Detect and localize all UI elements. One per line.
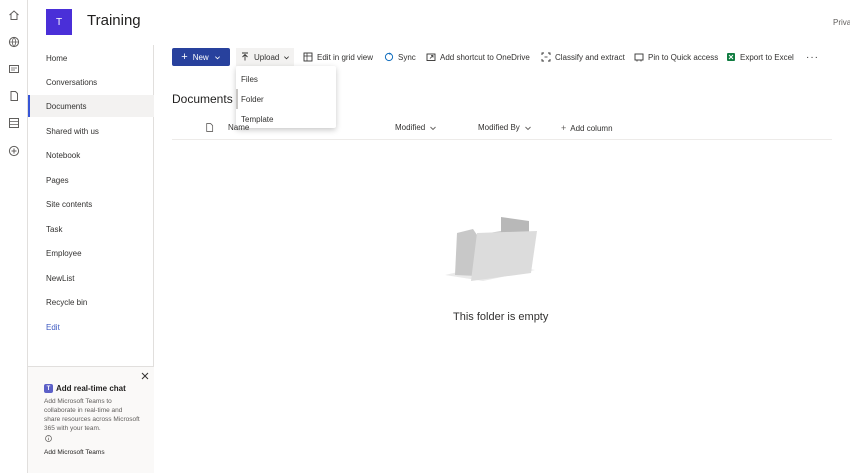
- privacy-label: Priva: [833, 18, 850, 27]
- plus-icon: +: [181, 50, 188, 63]
- pin-quick-access-button[interactable]: Pin to Quick access: [634, 48, 718, 66]
- plus-icon: +: [561, 123, 567, 133]
- teams-icon: T: [44, 384, 53, 393]
- upload-button[interactable]: Upload: [236, 48, 294, 66]
- file-type-icon[interactable]: [205, 123, 214, 132]
- news-icon[interactable]: [7, 62, 21, 76]
- teams-chat-card: T Add real-time chat Add Microsoft Teams…: [28, 366, 154, 473]
- nav-item-task[interactable]: Task: [28, 218, 154, 240]
- nav-item-home[interactable]: Home: [28, 47, 154, 69]
- pin-icon: [634, 53, 644, 62]
- nav-item-shared-with-us[interactable]: Shared with us: [28, 120, 154, 142]
- excel-icon: [727, 53, 735, 61]
- classify-extract-button[interactable]: Classify and extract: [541, 48, 625, 66]
- add-column-label: Add column: [570, 123, 613, 133]
- close-icon[interactable]: [140, 371, 150, 381]
- library-title: Documents: [172, 92, 233, 106]
- upload-menu-folder[interactable]: Folder: [236, 89, 336, 109]
- add-teams-link[interactable]: Add Microsoft Teams: [44, 449, 105, 456]
- chat-card-title-text: Add real-time chat: [56, 384, 126, 393]
- nav-item-employee[interactable]: Employee: [28, 242, 154, 264]
- shortcut-icon: [426, 53, 436, 61]
- column-header-row: Name Modified Modified By + Add column: [172, 118, 832, 140]
- edit-grid-view-label: Edit in grid view: [317, 52, 374, 62]
- chevron-down-icon: [524, 126, 531, 130]
- column-name[interactable]: Name: [228, 123, 249, 132]
- chat-card-description: Add Microsoft Teams to collaborate in re…: [44, 398, 140, 432]
- site-title[interactable]: Training: [87, 12, 141, 29]
- edit-grid-view-button[interactable]: Edit in grid view: [303, 48, 373, 66]
- chevron-down-icon: [430, 126, 437, 130]
- column-modified[interactable]: Modified: [395, 123, 437, 132]
- nav-item-site-contents[interactable]: Site contents: [28, 193, 154, 215]
- upload-icon: [242, 52, 248, 61]
- document-icon[interactable]: [7, 89, 21, 103]
- info-icon[interactable]: [45, 434, 52, 442]
- nav-item-conversations[interactable]: Conversations: [28, 71, 154, 93]
- nav-item-notebook[interactable]: Notebook: [28, 144, 154, 166]
- grid-edit-icon: [303, 52, 313, 62]
- pin-quick-access-label: Pin to Quick access: [648, 52, 719, 62]
- app-rail: [0, 0, 28, 473]
- add-shortcut-button[interactable]: Add shortcut to OneDrive: [426, 48, 530, 66]
- nav-item-recycle-bin[interactable]: Recycle bin: [28, 291, 154, 313]
- empty-state-message: This folder is empty: [453, 311, 549, 323]
- nav-item-pages[interactable]: Pages: [28, 169, 154, 191]
- export-excel-button[interactable]: Export to Excel: [726, 48, 794, 66]
- globe-icon[interactable]: [7, 35, 21, 49]
- empty-folder-illustration: [443, 215, 539, 285]
- add-shortcut-label: Add shortcut to OneDrive: [440, 52, 530, 62]
- column-modified-by-label: Modified By: [478, 123, 520, 132]
- upload-button-label: Upload: [254, 52, 280, 62]
- list-icon[interactable]: [7, 116, 21, 130]
- export-excel-label: Export to Excel: [740, 52, 794, 62]
- sync-button[interactable]: Sync: [384, 48, 416, 66]
- new-button-label: New: [192, 52, 209, 62]
- site-logo[interactable]: T: [46, 9, 72, 35]
- home-icon[interactable]: [7, 8, 21, 22]
- nav-edit-link[interactable]: Edit: [28, 316, 154, 338]
- chat-card-title: T Add real-time chat: [44, 384, 126, 393]
- classify-extract-label: Classify and extract: [555, 52, 625, 62]
- nav-item-documents[interactable]: Documents: [28, 95, 154, 117]
- new-button[interactable]: + New: [172, 48, 230, 66]
- add-column-button[interactable]: + Add column: [561, 123, 613, 133]
- column-modified-by[interactable]: Modified By: [478, 123, 532, 132]
- nav-item-newlist[interactable]: NewList: [28, 267, 154, 289]
- classify-icon: [541, 52, 551, 62]
- chevron-down-icon: [284, 55, 290, 59]
- more-options-button[interactable]: ···: [806, 48, 819, 66]
- upload-menu-files[interactable]: Files: [236, 69, 336, 89]
- column-modified-label: Modified: [395, 123, 426, 132]
- chevron-down-icon: [214, 55, 220, 59]
- add-circle-icon[interactable]: [7, 144, 21, 158]
- column-name-label: Name: [228, 123, 250, 132]
- sync-label: Sync: [398, 52, 416, 62]
- sync-icon: [384, 52, 394, 62]
